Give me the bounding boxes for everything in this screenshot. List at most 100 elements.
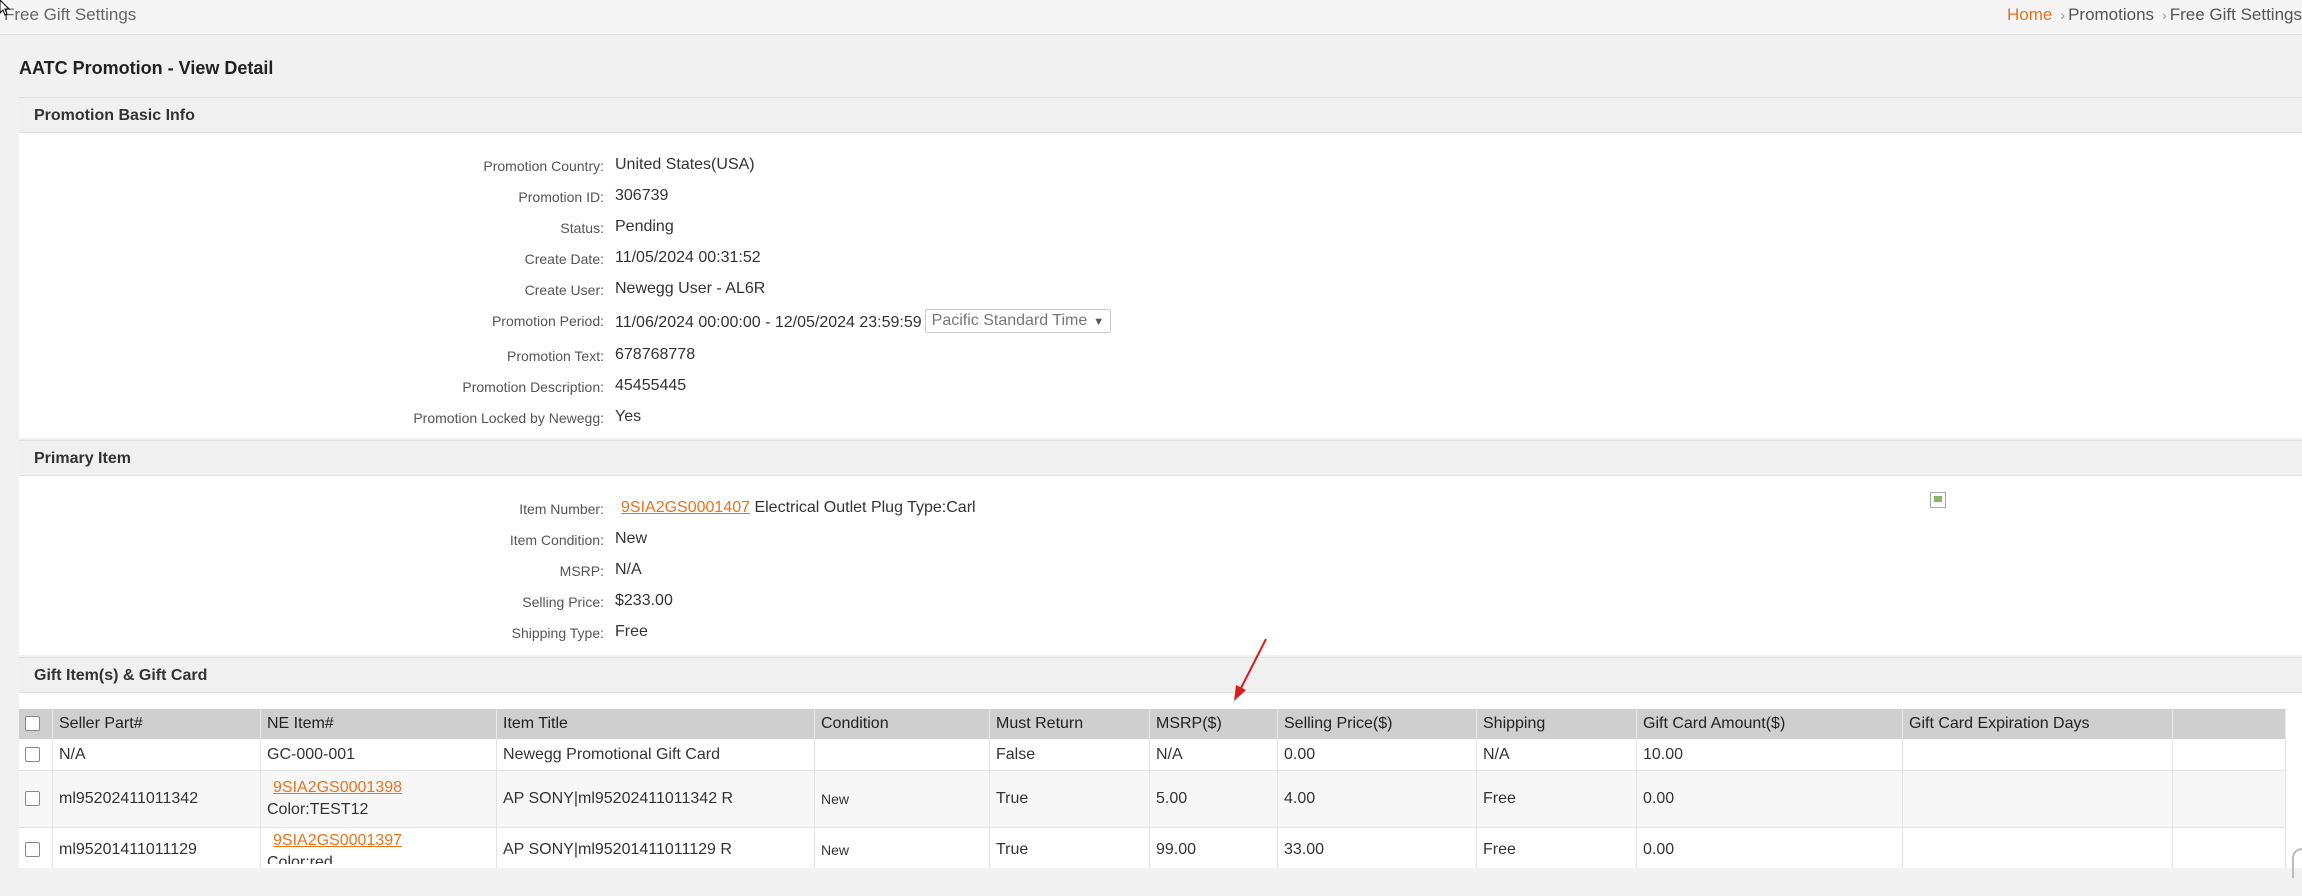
field-value: 45455445 [615,377,687,394]
item-number-link[interactable]: 9SIA2GS0001407 [621,499,750,516]
col-ne-item[interactable]: NE Item# [260,709,497,739]
basic-info-panel: Promotion Basic Info Promotion Country: … [19,97,2302,438]
field-item-condition: Item Condition: New [19,523,1419,554]
col-selling-price[interactable]: Selling Price($) [1277,709,1477,739]
field-value: Pending [615,218,674,235]
col-msrp[interactable]: MSRP($) [1149,709,1278,739]
field-promotion-period: Promotion Period: 11/06/2024 00:00:00 - … [19,304,1419,335]
cell-must-return: False [989,739,1150,771]
field-create-date: Create Date: 11/05/2024 00:31:52 [19,242,1419,273]
cell-ne-item: 9SIA2GS0001397 Color:red [260,827,497,868]
field-value: 306739 [615,187,669,204]
chevron-right-icon: › [2060,7,2066,23]
field-label: Promotion Description: [462,379,604,395]
table-header-row: Seller Part# NE Item# Item Title Conditi… [19,709,2286,739]
primary-item-header: Primary Item [19,440,2302,476]
field-promotion-description: Promotion Description: 45455445 [19,370,1419,401]
col-must-return[interactable]: Must Return [989,709,1150,739]
field-label: Promotion Period: [491,313,604,329]
row-select-cell [19,827,53,868]
cell-condition: New [814,770,990,828]
timezone-select[interactable]: Pacific Standard Time ▼ [924,309,1112,333]
field-label: Shipping Type: [511,625,604,641]
breadcrumb-current: Free Gift Settings [2169,5,2302,24]
top-bar: Free Gift Settings Home › Promotions › Free … [0,0,2302,35]
annotation-arrow-icon [1234,638,1267,701]
ne-item-variant: Color:TEST12 [267,801,369,818]
cell-shipping: Free [1476,827,1637,868]
breadcrumb-promotions[interactable]: Promotions [2068,5,2154,24]
primary-item-panel: Primary Item Item Number: 9SIA2GS0001407… [19,440,2302,655]
row-checkbox[interactable] [25,746,40,762]
field-shipping-type: Shipping Type: Free [19,616,1419,647]
cell-gift-card-days [1902,770,2173,828]
field-value: 9SIA2GS0001407 Electrical Outlet Plug Ty… [615,499,976,517]
cell-msrp: 99.00 [1149,827,1278,868]
field-status: Status: Pending [19,211,1419,242]
col-gift-card-amount[interactable]: Gift Card Amount($) [1636,709,1903,739]
field-label: Promotion ID: [518,189,604,205]
field-label: Selling Price: [522,594,604,610]
field-selling-price: Selling Price: $233.00 [19,585,1419,616]
cell-msrp: 5.00 [1149,770,1278,828]
ne-item-variant: Color:red [267,854,333,864]
row-checkbox[interactable] [25,791,40,807]
breadcrumb-home-link[interactable]: Home [2007,5,2052,24]
col-extra [2172,709,2286,739]
cell-must-return: True [989,827,1150,868]
cell-shipping: N/A [1476,739,1637,771]
col-condition[interactable]: Condition [814,709,990,739]
field-value: N/A [615,561,642,578]
cell-must-return: True [989,770,1150,828]
field-label: Item Condition: [509,532,604,548]
cell-shipping: Free [1476,770,1637,828]
col-item-title[interactable]: Item Title [496,709,815,739]
field-value: United States(USA) [615,156,755,173]
cell-selling-price: 0.00 [1277,739,1477,771]
cell-condition: New [814,827,990,868]
row-checkbox[interactable] [25,842,40,858]
col-shipping[interactable]: Shipping [1476,709,1637,739]
row-select-cell [19,770,53,828]
cell-ne-item: GC-000-001 [260,739,497,771]
cell-gift-card-days [1902,827,2173,868]
page-title: AATC Promotion - View Detail [19,58,274,78]
field-promotion-country: Promotion Country: United States(USA) [19,149,1419,180]
field-label: Promotion Locked by Newegg: [413,410,604,426]
cell-item-title: AP SONY|ml95202411011342 R [496,770,815,828]
field-value: Free [615,623,648,640]
cell-seller-part: N/A [52,739,261,771]
cell-ne-item: 9SIA2GS0001398 Color:TEST12 [260,770,497,828]
field-value: Yes [615,408,642,425]
field-promotion-text: Promotion Text: 678768778 [19,339,1419,370]
ne-item-link[interactable]: 9SIA2GS0001397 [273,832,402,849]
select-all-checkbox[interactable] [25,716,40,732]
page-name: Free Gift Settings [4,5,137,24]
gift-items-table: Seller Part# NE Item# Item Title Conditi… [19,709,2286,868]
field-create-user: Create User: Newegg User - AL6R [19,273,1419,304]
field-label: Promotion Text: [506,348,604,364]
cell-item-title: Newegg Promotional Gift Card [496,739,815,771]
cell-extra [2172,770,2286,828]
field-label: Create User: [524,282,604,298]
field-label: Create Date: [524,251,604,267]
col-seller-part[interactable]: Seller Part# [52,709,261,739]
mouse-cursor-icon [0,0,11,20]
row-select-cell [19,739,53,771]
cell-msrp: N/A [1149,739,1278,771]
basic-info-header: Promotion Basic Info [19,97,2302,133]
cell-condition [814,739,990,771]
field-label: Status: [560,220,604,236]
field-label: MSRP: [559,563,604,579]
chevron-right-icon: › [2162,7,2167,23]
chevron-down-icon: ▼ [1093,316,1105,328]
field-item-number: Item Number: 9SIA2GS0001407 Electrical O… [19,492,1419,523]
field-value: 678768778 [615,346,696,363]
cell-gift-card-amount: 0.00 [1636,827,1903,868]
cell-seller-part: ml95202411011342 [52,770,261,828]
ne-item-link[interactable]: 9SIA2GS0001398 [273,779,402,796]
cell-item-title: AP SONY|ml95201411011129 R [496,827,815,868]
field-value: 11/05/2024 00:31:52 [615,249,761,266]
field-label: Promotion Country: [483,158,604,174]
col-gift-card-expiration[interactable]: Gift Card Expiration Days [1902,709,2173,739]
